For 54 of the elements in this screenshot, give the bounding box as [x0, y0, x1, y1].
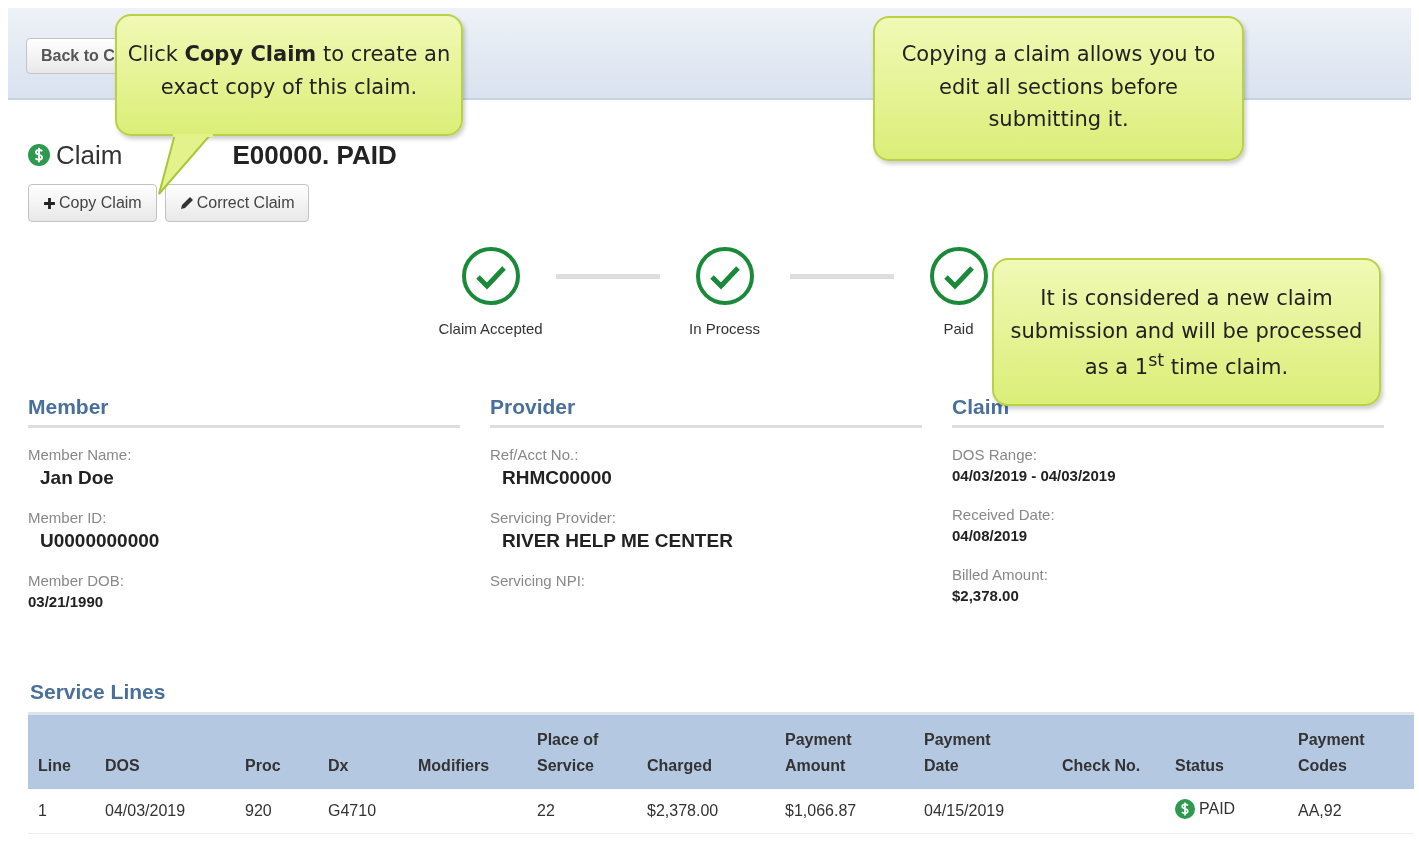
column-header: DOS — [105, 756, 140, 776]
plus-icon — [43, 196, 56, 210]
column-header: Payment Amount — [785, 730, 853, 776]
field-value: 04/08/2019 — [952, 527, 1029, 544]
field-value: 04/03/2019 - 04/03/2019 — [952, 467, 1117, 484]
field-value: 03/21/1990 — [28, 593, 105, 610]
hint-tooltip: Click Copy Claim to create an exact copy of this claim. — [115, 14, 463, 136]
field-label: Servicing Provider: — [490, 509, 617, 526]
table-cell: $1,066.87 — [785, 802, 857, 819]
table-cell: 1 — [38, 802, 47, 819]
field-value: RIVER HELP ME CENTER — [502, 530, 734, 552]
status-text: PAID — [1199, 800, 1236, 818]
column-header: Check No. — [1062, 756, 1141, 776]
claim-title: Claim — [56, 139, 123, 171]
field-value: U0000000000 — [40, 530, 161, 552]
field-value: Jan Doe — [40, 467, 115, 489]
table-cell: 920 — [245, 802, 272, 819]
table-cell: 04/03/2019 — [105, 802, 186, 819]
column-header: Proc — [245, 756, 281, 776]
column-header: Place of Service — [537, 730, 600, 776]
section-heading: Provider — [490, 395, 922, 428]
table-cell: 04/15/2019 — [924, 802, 1005, 819]
column-header: Line — [38, 756, 71, 776]
step-label: In Process — [689, 320, 760, 337]
field-label: Received Date: — [952, 506, 1056, 523]
field-label: DOS Range: — [952, 446, 1039, 463]
table-cell: $2,378.00 — [647, 802, 719, 819]
dollar-icon — [28, 144, 50, 166]
claim-number: E00000. PAID — [232, 139, 397, 171]
field-label: Ref/Acct No.: — [490, 446, 580, 463]
field-label: Member DOB: — [28, 572, 125, 589]
field-value: $2,378.00 — [952, 587, 1020, 604]
hint-tooltip: Copying a claim allows you to edit all sections before submitting it. — [873, 16, 1244, 161]
field-label: Billed Amount: — [952, 566, 1049, 583]
table-cell: G4710 — [328, 802, 377, 819]
column-header: Dx — [328, 756, 349, 776]
copy-claim-button[interactable]: Copy Claim — [28, 184, 157, 222]
column-header: Payment Date — [924, 730, 992, 776]
column-header: Charged — [647, 756, 712, 776]
section-heading: Service Lines — [30, 680, 167, 704]
column-header: Payment Codes — [1298, 730, 1366, 776]
field-label: Member ID: — [28, 509, 108, 526]
table-cell: AA,92 — [1298, 802, 1342, 819]
dollar-icon — [1175, 799, 1195, 819]
field-label: Member Name: — [28, 446, 133, 463]
section-heading: Member — [28, 395, 460, 428]
step-label: Claim Accepted — [438, 320, 543, 337]
field-label: Servicing NPI: — [490, 572, 587, 589]
correct-claim-button[interactable]: Correct Claim — [164, 184, 310, 222]
field-value: RHMC00000 — [502, 467, 613, 489]
table-cell: 22 — [537, 802, 555, 819]
step-label: Paid — [943, 320, 974, 337]
column-header: Status — [1175, 756, 1224, 776]
column-header: Modifiers — [418, 756, 490, 776]
